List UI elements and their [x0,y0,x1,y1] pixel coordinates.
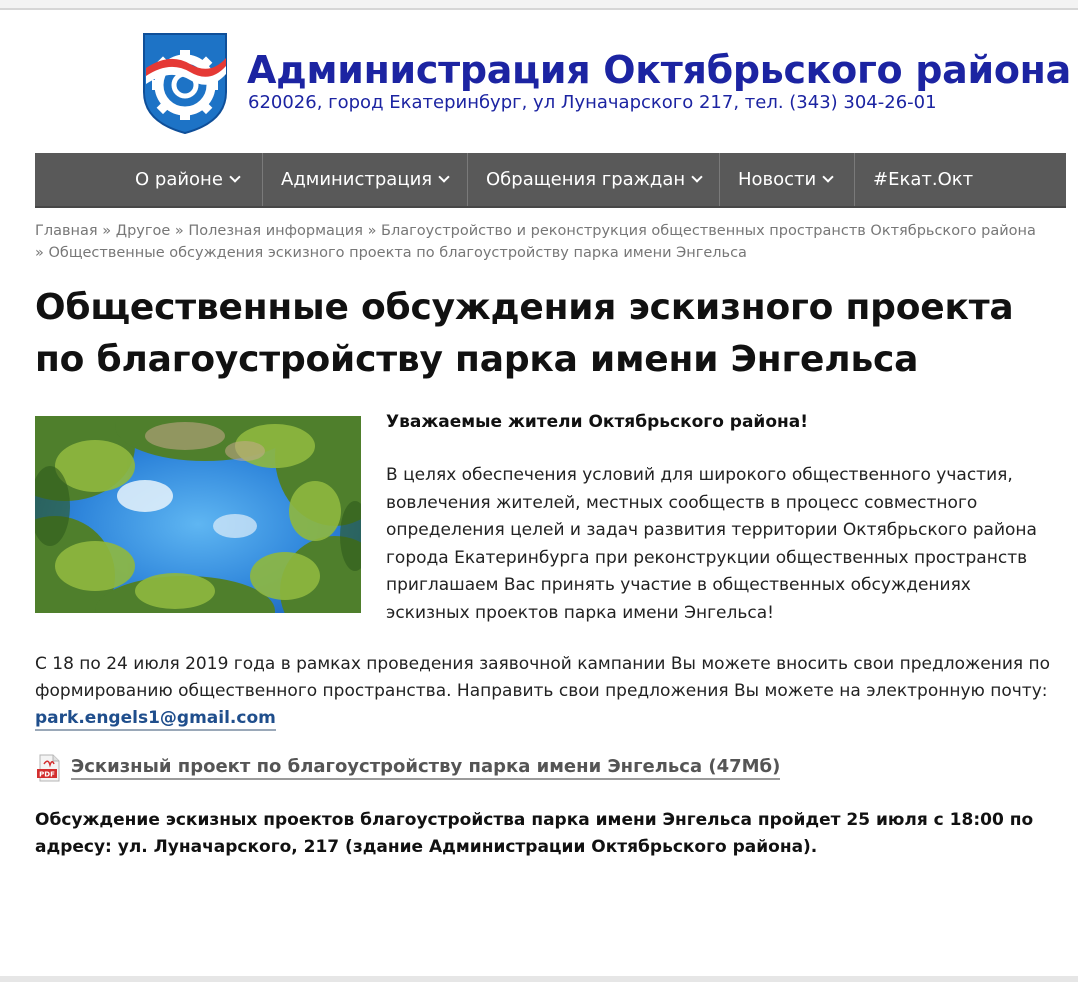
chevron-down-icon [822,171,834,183]
browser-top-strip [0,0,1078,10]
nav-item-label: Администрация [281,169,433,190]
breadcrumb-current: Общественные обсуждения эскизного проект… [48,245,747,261]
intro-paragraph: В целях обеспечения условий для широкого… [386,465,1037,623]
nav-divider [262,153,263,206]
park-trees-sky-image [35,416,361,613]
page-title: Общественные обсуждения эскизного проект… [35,287,1014,380]
emblem-icon [143,33,227,135]
nav-item-about[interactable]: О районе [135,153,241,206]
chevron-down-icon [229,171,241,183]
site-header: Администрация Октябрьского района 620026… [140,30,1071,135]
breadcrumb: Главная » Другое » Полезная информация »… [35,220,1045,264]
pdf-download-link[interactable]: Эскизный проект по благоустройству парка… [71,756,781,780]
nav-item-citizen-appeals[interactable]: Обращения граждан [486,153,703,206]
greeting-heading: Уважаемые жители Октябрьского района! [386,412,808,432]
pdf-file-icon: PDF [35,754,63,782]
nav-item-administration[interactable]: Администрация [281,153,450,206]
pdf-badge-text: PDF [39,771,55,779]
email-link[interactable]: park.engels1@gmail.com [35,708,276,731]
breadcrumb-link-other[interactable]: Другое [116,223,171,239]
nav-item-label: О районе [135,169,223,190]
nav-divider [854,153,855,206]
site-title[interactable]: Администрация Октябрьского района [247,48,1071,92]
nav-item-label: Обращения граждан [486,169,686,190]
breadcrumb-separator: » [35,245,44,261]
breadcrumb-link-useful-info[interactable]: Полезная информация [188,223,363,239]
nav-item-label: #Екат.Окт [873,169,974,190]
proposal-paragraph: С 18 по 24 июля 2019 года в рамках прове… [35,651,1065,732]
nav-item-news[interactable]: Новости [738,153,834,206]
page-bottom-strip [0,976,1078,982]
breadcrumb-separator: » [367,223,377,239]
proposal-text: С 18 по 24 июля 2019 года в рамках прове… [35,654,1051,701]
nav-divider [467,153,468,206]
nav-divider [719,153,720,206]
discussion-notice: Обсуждение эскизных проектов благоустрой… [35,810,1034,857]
chevron-down-icon [438,171,450,183]
site-contact-line: 620026, город Екатеринбург, ул Луначарск… [248,92,937,113]
district-emblem-logo[interactable] [140,30,230,135]
nav-item-ekat-okt[interactable]: #Екат.Окт [873,153,973,206]
main-navigation: О районе Администрация Обращения граждан… [35,153,1066,208]
breadcrumb-separator: » [174,223,184,239]
breadcrumb-separator: » [102,223,112,239]
chevron-down-icon [691,171,703,183]
breadcrumb-link-improvement[interactable]: Благоустройство и реконструкция обществе… [381,223,1036,239]
breadcrumb-link-home[interactable]: Главная [35,223,98,239]
nav-item-label: Новости [738,169,817,190]
